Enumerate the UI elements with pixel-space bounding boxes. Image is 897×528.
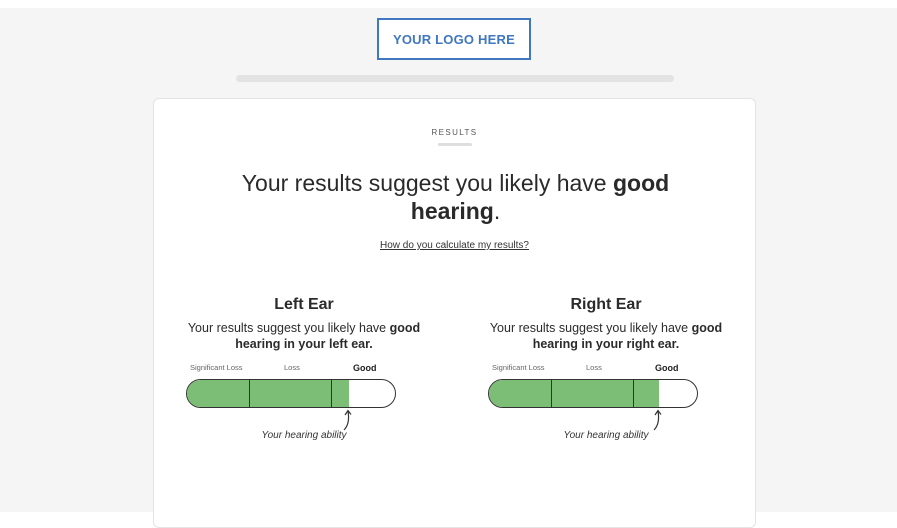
left-hearing-caption: Your hearing ability (261, 430, 347, 441)
logo-placeholder: YOUR LOGO HERE (377, 18, 531, 60)
gauge-divider (633, 380, 634, 407)
scale-label-loss: Loss (284, 363, 300, 372)
left-ear-result: Left Ear Your results suggest you likely… (174, 295, 434, 441)
right-ear-title: Right Ear (570, 296, 642, 313)
right-hearing-caption: Your hearing ability (563, 430, 649, 441)
gauge-divider (551, 380, 552, 407)
gauge-divider (331, 380, 332, 407)
right-hearing-gauge (488, 379, 698, 408)
headline-text: Your results suggest you likely have (241, 170, 613, 196)
left-gauge-fill (187, 380, 349, 407)
scale-label-good: Good (353, 363, 377, 373)
results-eyebrow: RESULTS (431, 128, 478, 137)
right-indicator (476, 409, 736, 431)
left-ear-title: Left Ear (274, 296, 334, 313)
gauge-divider (249, 380, 250, 407)
headline-period: . (493, 198, 501, 224)
left-ear-description: Your results suggest you likely have goo… (174, 320, 434, 352)
eyebrow-underline (438, 143, 472, 146)
up-arrow-icon (653, 409, 662, 431)
progress-bar (236, 75, 674, 82)
left-hearing-gauge (186, 379, 396, 408)
calculation-info-link[interactable]: How do you calculate my results? (154, 240, 755, 251)
scale-label-significant-loss: Significant Loss (190, 363, 243, 372)
scale-label-significant-loss: Significant Loss (492, 363, 545, 372)
results-headline: Your results suggest you likely have goo… (204, 169, 707, 225)
right-ear-desc-text: Your results suggest you likely have (489, 321, 692, 335)
scale-label-loss: Loss (586, 363, 602, 372)
left-ear-desc-text: Your results suggest you likely have (187, 321, 390, 335)
left-indicator (174, 409, 434, 431)
logo-text: YOUR LOGO HERE (393, 31, 515, 47)
right-ear-description: Your results suggest you likely have goo… (476, 320, 736, 352)
up-arrow-icon (343, 409, 352, 431)
right-ear-result: Right Ear Your results suggest you likel… (476, 295, 736, 441)
left-scale-labels: Significant Loss Loss Good (174, 363, 434, 375)
scale-label-good: Good (655, 363, 679, 373)
right-scale-labels: Significant Loss Loss Good (476, 363, 736, 375)
results-card: RESULTS Your results suggest you likely … (153, 98, 756, 528)
